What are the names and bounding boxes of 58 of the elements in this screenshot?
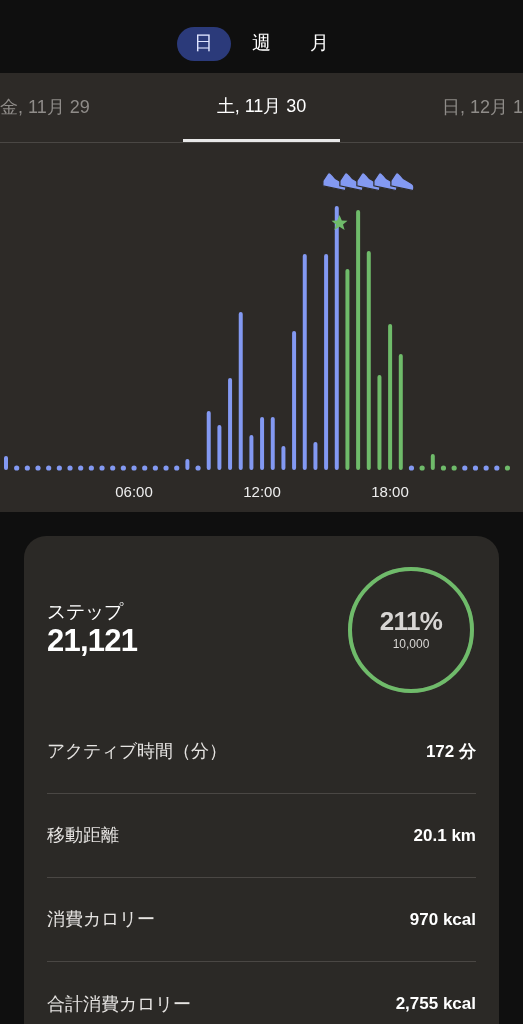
step-bar bbox=[260, 417, 265, 470]
step-dot bbox=[131, 465, 137, 471]
stat-label: アクティブ時間（分） bbox=[47, 740, 227, 763]
step-bar bbox=[217, 425, 222, 470]
step-dot bbox=[46, 465, 52, 471]
step-bar bbox=[270, 417, 275, 470]
step-dot bbox=[24, 465, 30, 471]
stat-label: 移動距離 bbox=[47, 824, 119, 847]
stat-label: 合計消費カロリー bbox=[47, 992, 191, 1016]
stat-value: 970 kcal bbox=[409, 908, 476, 931]
step-dot bbox=[472, 465, 479, 471]
goal-target: 10,000 bbox=[392, 636, 430, 653]
step-dot bbox=[408, 465, 415, 471]
period-tab[interactable]: 週 bbox=[234, 26, 289, 61]
step-bar bbox=[313, 442, 318, 470]
step-dot bbox=[88, 465, 94, 471]
stat-value: 172 分 bbox=[425, 740, 476, 763]
date-tab[interactable]: 土, 11月 30 bbox=[182, 73, 341, 142]
steps-title: ステップ bbox=[47, 601, 125, 623]
step-dot bbox=[56, 465, 62, 471]
step-dot bbox=[120, 465, 126, 471]
step-dot bbox=[110, 465, 116, 471]
step-dot bbox=[163, 465, 169, 471]
step-dot bbox=[152, 465, 158, 471]
step-dot bbox=[142, 465, 148, 471]
step-bar bbox=[206, 411, 211, 470]
step-bar bbox=[4, 456, 8, 470]
step-dot bbox=[99, 465, 105, 471]
step-dot bbox=[483, 465, 489, 471]
step-dot bbox=[419, 465, 425, 471]
date-tab[interactable]: 金, 11月 29 bbox=[0, 73, 158, 142]
date-tab[interactable]: 日, 12月 1 bbox=[365, 73, 523, 142]
step-bar bbox=[249, 435, 254, 470]
step-bar bbox=[185, 459, 190, 470]
stat-value: 2,755 kcal bbox=[395, 993, 476, 1016]
step-dot bbox=[440, 465, 447, 471]
step-dot bbox=[451, 465, 457, 471]
step-dot bbox=[195, 465, 201, 471]
step-dot bbox=[78, 465, 84, 471]
star-icon bbox=[331, 215, 348, 230]
step-bar bbox=[430, 454, 435, 470]
period-tab[interactable]: 月 bbox=[292, 26, 347, 61]
stat-label: 消費カロリー bbox=[47, 908, 155, 931]
step-dot bbox=[35, 465, 41, 471]
step-dot bbox=[462, 465, 468, 471]
step-dot bbox=[504, 465, 511, 471]
step-bar bbox=[281, 446, 286, 470]
steps-value: 21,121 bbox=[47, 623, 138, 659]
time-axis-label: 18:00 bbox=[371, 482, 409, 502]
step-dot bbox=[14, 465, 20, 471]
goal-percent: 211% bbox=[379, 607, 443, 635]
step-dot bbox=[494, 465, 500, 471]
step-dot bbox=[174, 465, 180, 471]
time-axis-label: 12:00 bbox=[243, 482, 281, 502]
period-tab[interactable]: 日 bbox=[176, 26, 231, 61]
stat-value: 20.1 km bbox=[413, 824, 476, 847]
time-axis-label: 06:00 bbox=[115, 482, 153, 502]
step-dot bbox=[67, 465, 73, 471]
